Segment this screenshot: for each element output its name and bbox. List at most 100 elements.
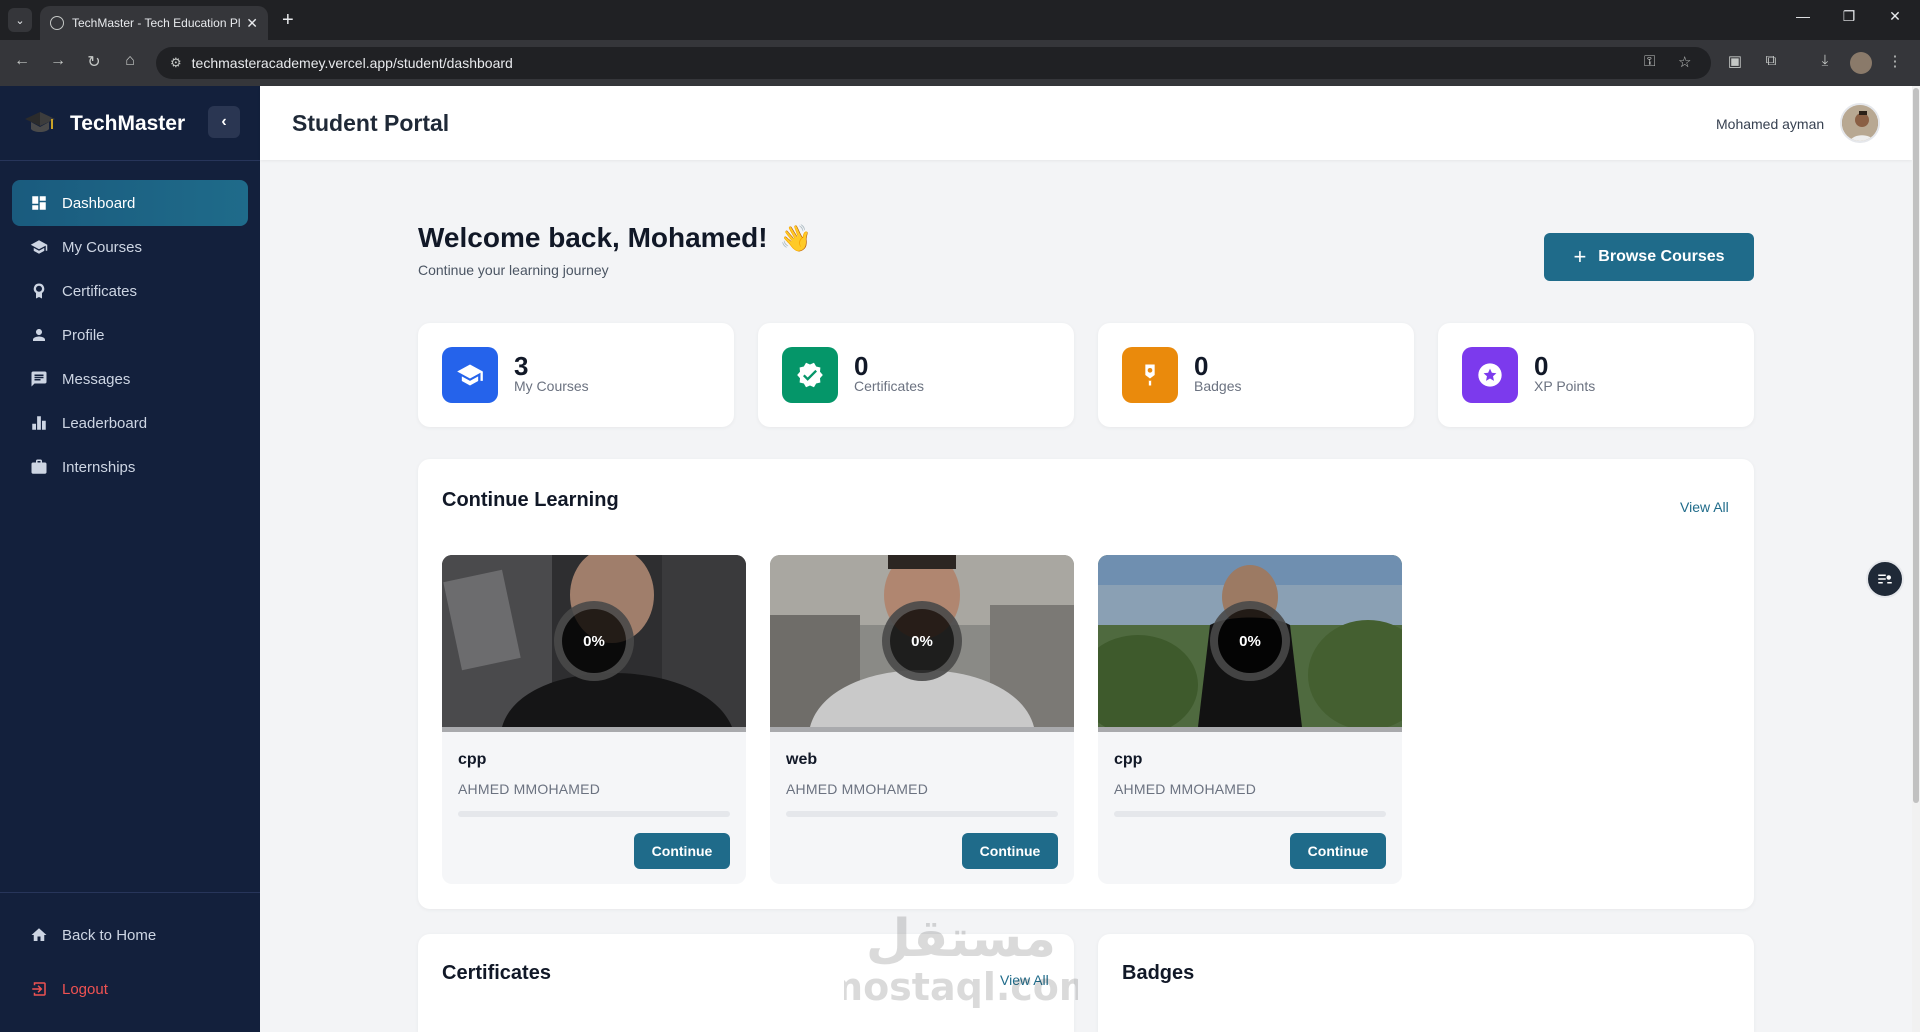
- stat-label: My Courses: [514, 378, 589, 394]
- browser-tab-bar: ⌄ TechMaster - Tech Education Pl ✕ + — ❐…: [0, 0, 1920, 40]
- course-name: cpp: [1114, 751, 1143, 768]
- course-instructor: AHMED MMOHAMED: [1114, 781, 1257, 797]
- briefcase-icon: [30, 458, 48, 476]
- continue-button[interactable]: Continue: [962, 833, 1058, 869]
- sidebar: TechMaster ‹ Dashboard My Courses Certif…: [0, 86, 260, 1032]
- thumbnail-divider: [1098, 727, 1402, 732]
- sidebar-item-leaderboard[interactable]: Leaderboard: [12, 400, 248, 446]
- badges-panel: Badges: [1098, 934, 1754, 1032]
- thumbnail-divider: [442, 727, 746, 732]
- sidebar-item-label: Dashboard: [62, 194, 136, 212]
- course-progress-bar: [458, 811, 730, 817]
- minimize-button[interactable]: —: [1780, 8, 1826, 24]
- medal-icon: [1122, 347, 1178, 403]
- site-info-icon[interactable]: ⚙: [170, 55, 182, 71]
- graduation-cap-icon: [442, 347, 498, 403]
- top-header: Student Portal Mohamed ayman: [260, 86, 1912, 160]
- view-all-link[interactable]: View All: [1680, 499, 1729, 515]
- course-card[interactable]: 0% cpp AHMED MMOHAMED Continue: [442, 555, 746, 884]
- svg-text:mostaql.com: mostaql.com: [844, 965, 1078, 1009]
- stat-card-xp[interactable]: 0 XP Points: [1438, 323, 1754, 427]
- progress-ring: 0%: [1210, 601, 1290, 681]
- stat-card-certificates[interactable]: 0 Certificates: [758, 323, 1074, 427]
- sidebar-divider: [0, 160, 260, 161]
- course-name: cpp: [458, 751, 487, 768]
- stat-label: Badges: [1194, 378, 1242, 394]
- sidebar-item-messages[interactable]: Messages: [12, 356, 248, 402]
- scrollbar-thumb[interactable]: [1913, 88, 1919, 803]
- restore-button[interactable]: ❐: [1826, 8, 1872, 25]
- page-title: Student Portal: [292, 110, 450, 136]
- url-text[interactable]: techmasteracademey.vercel.app/student/da…: [192, 55, 513, 71]
- close-icon[interactable]: ✕: [246, 15, 258, 32]
- course-progress-bar: [1114, 811, 1386, 817]
- sidebar-divider: [0, 892, 260, 893]
- course-progress-bar: [786, 811, 1058, 817]
- welcome-heading: Welcome back, Mohamed! 👋: [418, 222, 812, 254]
- course-instructor: AHMED MMOHAMED: [786, 781, 929, 797]
- sidebar-item-label: Internships: [62, 458, 136, 476]
- award-icon: [30, 282, 48, 300]
- user-icon: [30, 326, 48, 344]
- graduation-cap-logo-icon: [25, 112, 55, 132]
- bookmark-star-icon[interactable]: ☆: [1678, 53, 1691, 71]
- user-name[interactable]: Mohamed ayman: [1716, 116, 1824, 132]
- sidebar-item-certificates[interactable]: Certificates: [12, 268, 248, 314]
- sidebar-item-label: Messages: [62, 370, 131, 388]
- avatar[interactable]: [1840, 103, 1880, 143]
- sidebar-item-profile[interactable]: Profile: [12, 312, 248, 358]
- brand-name: TechMaster: [70, 112, 186, 135]
- dashboard-icon: [30, 194, 48, 212]
- home-icon[interactable]: ⌂: [118, 52, 142, 70]
- browser-tab[interactable]: TechMaster - Tech Education Pl ✕: [40, 6, 268, 40]
- continue-button[interactable]: Continue: [634, 833, 730, 869]
- home-icon: [30, 926, 48, 944]
- forward-icon[interactable]: →: [46, 52, 70, 70]
- browser-toolbar: ← → ↻ ⌂ ⚙ techmasteracademey.vercel.app/…: [0, 40, 1920, 86]
- extensions-icon[interactable]: ⧉: [1760, 52, 1782, 69]
- thumbnail-divider: [770, 727, 1074, 732]
- media-icon[interactable]: ▣: [1724, 52, 1746, 70]
- sidebar-item-back-home[interactable]: Back to Home: [12, 912, 248, 958]
- stat-card-badges[interactable]: 0 Badges: [1098, 323, 1414, 427]
- stat-card-courses[interactable]: 3 My Courses: [418, 323, 734, 427]
- logout-icon: [30, 980, 48, 998]
- browser-profile-avatar[interactable]: [1850, 52, 1872, 74]
- address-bar[interactable]: ⚙ techmasteracademey.vercel.app/student/…: [156, 47, 1711, 79]
- browse-courses-label: Browse Courses: [1598, 248, 1725, 265]
- course-card[interactable]: 0% cpp AHMED MMOHAMED Continue: [1098, 555, 1402, 884]
- tab-search-button[interactable]: ⌄: [8, 8, 32, 32]
- waving-hand-icon: 👋: [779, 222, 812, 253]
- stat-label: XP Points: [1534, 378, 1596, 394]
- reload-icon[interactable]: ↻: [82, 52, 106, 72]
- message-icon: [30, 370, 48, 388]
- sidebar-item-label: Leaderboard: [62, 414, 148, 432]
- section-title: Continue Learning: [442, 489, 619, 511]
- course-card[interactable]: 0% web AHMED MMOHAMED Continue: [770, 555, 1074, 884]
- progress-ring: 0%: [882, 601, 962, 681]
- close-window-button[interactable]: ✕: [1872, 8, 1918, 25]
- download-icon[interactable]: ⤓: [1814, 52, 1836, 69]
- sidebar-item-label: Certificates: [62, 282, 138, 300]
- sidebar-item-dashboard[interactable]: Dashboard: [12, 180, 248, 226]
- collapse-sidebar-button[interactable]: ‹: [208, 106, 240, 138]
- svg-text:مستقل: مستقل: [866, 909, 1056, 969]
- more-menu-icon[interactable]: ⋮: [1884, 52, 1906, 70]
- password-key-icon[interactable]: ⚿: [1644, 53, 1655, 70]
- star-icon: [1462, 347, 1518, 403]
- sidebar-item-internships[interactable]: Internships: [12, 444, 248, 490]
- browse-courses-button[interactable]: + Browse Courses: [1544, 233, 1754, 281]
- floating-menu-button[interactable]: [1866, 560, 1904, 598]
- globe-icon: [50, 16, 64, 30]
- sidebar-item-label: Profile: [62, 326, 105, 344]
- verified-badge-icon: [782, 347, 838, 403]
- logout-button[interactable]: Logout: [12, 966, 248, 1012]
- course-thumbnail: 0%: [442, 555, 746, 727]
- welcome-subtitle: Continue your learning journey: [418, 262, 609, 278]
- section-title: Badges: [1122, 962, 1195, 984]
- continue-button[interactable]: Continue: [1290, 833, 1386, 869]
- new-tab-button[interactable]: +: [282, 8, 294, 32]
- brand[interactable]: TechMaster: [24, 110, 185, 138]
- sidebar-item-my-courses[interactable]: My Courses: [12, 224, 248, 270]
- back-icon[interactable]: ←: [10, 52, 34, 70]
